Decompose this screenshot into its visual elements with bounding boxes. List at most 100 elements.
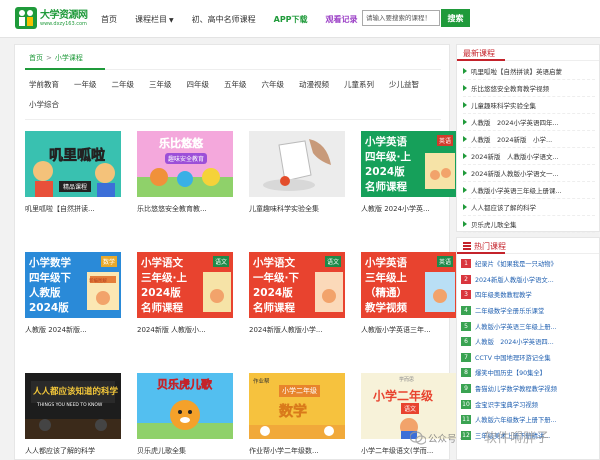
thumb-subtext: 精品课程 [59, 181, 92, 192]
thumb-subtext: 新编图解 [89, 279, 107, 284]
latest-course-item[interactable]: 人教版 2024新版 小学... [463, 131, 595, 148]
course-thumbnail[interactable]: 乐比悠悠 趣味安全教育 [137, 131, 233, 197]
hot-course-item[interactable]: 7 CCTV 中国地理环游记全集 [461, 350, 595, 366]
hot-course-label: 2024新版人教版小学语文... [475, 276, 554, 284]
thumb-text: 叽里呱啦 [49, 148, 106, 165]
hot-course-item[interactable]: 9 鲁猫幼儿学数学教程教学视频 [461, 381, 595, 397]
hot-course-label: 人教版六年级数学上册下册... [475, 417, 557, 425]
search-button[interactable]: 搜索 [441, 9, 470, 27]
hot-course-label: 四年级奥数教程教学 [475, 292, 532, 300]
grade-1[interactable]: 一年级 [74, 79, 97, 90]
nav-watch-history[interactable]: 观看记录 [317, 14, 367, 25]
hot-course-item[interactable]: 5 人教版小学英语三年级上册... [461, 318, 595, 334]
latest-course-item[interactable]: 人教版 2024小学英语四年... [463, 114, 595, 131]
nav-course-columns[interactable]: 课程栏目 ▼ [126, 14, 183, 25]
course-thumbnail[interactable]: 小学英语 四年级·上 2024版 名师课程 英语 [361, 131, 457, 197]
latest-course-item[interactable]: 人教版小学英语三年级上册课... [463, 182, 595, 199]
breadcrumb-current[interactable]: 小学课程 [55, 54, 83, 62]
filter-divider [25, 119, 441, 120]
latest-course-item[interactable]: 贝乐虎儿歌全集 [463, 216, 595, 233]
thumb-line: 三年级上 [365, 272, 407, 284]
grade-6[interactable]: 六年级 [262, 79, 285, 90]
site-logo[interactable]: 大学资源网 www.dxzy163.com [14, 4, 90, 34]
latest-course-item[interactable]: 2024新版 人教版小学语文... [463, 148, 595, 165]
latest-course-label: 贝乐虎儿歌全集 [471, 221, 517, 229]
thumb-line: 人教版 [29, 287, 61, 299]
course-thumbnail[interactable]: 小学语文 三年级·上 2024版 名师课程 语文 [137, 252, 233, 318]
nav-app-download[interactable]: APP下载 [265, 14, 317, 25]
course-card[interactable]: 叽里呱啦 精品课程 叽里呱啦【自然拼读... [25, 131, 121, 214]
course-card[interactable]: 贝乐虎儿歌 贝乐虎儿歌全集 [137, 373, 233, 456]
thumb-line: 四年级·上 [365, 151, 411, 163]
grade-primary-general[interactable]: 小学综合 [29, 99, 59, 110]
triangle-right-icon [463, 187, 467, 193]
grade-4[interactable]: 四年级 [187, 79, 210, 90]
breadcrumb-home[interactable]: 首页 [29, 54, 43, 62]
course-title[interactable]: 人教版 2024小学英... [361, 204, 457, 214]
course-title[interactable]: 人人都应该了解的科学 [25, 446, 121, 456]
grade-2[interactable]: 二年级 [112, 79, 135, 90]
watermark: 公众号 · 软件嘚胖子 [408, 424, 596, 452]
latest-course-item[interactable]: 叽里呱啦【自然拼读】英语启蒙 [463, 63, 595, 80]
course-thumbnail[interactable]: 小学数学 四年级下 人教版 2024版 数学 新编图解 [25, 252, 121, 318]
latest-course-item[interactable]: 人人都应该了解的科学 [463, 199, 595, 216]
rank-badge: 6 [461, 337, 471, 347]
rank-badge: 8 [461, 368, 471, 378]
thumb-text: 小学数学 [29, 257, 71, 269]
course-title[interactable]: 儿童趣味科学实验全集 [249, 204, 345, 214]
course-card[interactable]: 人人都应该知道的科学 THINGS YOU NEED TO KNOW 人人都应该… [25, 373, 121, 456]
hot-course-item[interactable]: 2 2024新版人教版小学语文... [461, 272, 595, 288]
hot-course-item[interactable]: 6 人教版 2024小学英语四... [461, 334, 595, 350]
course-thumbnail[interactable]: 人人都应该知道的科学 THINGS YOU NEED TO KNOW [25, 373, 121, 439]
nav-home[interactable]: 首页 [92, 14, 126, 25]
course-title[interactable]: 贝乐虎儿歌全集 [137, 446, 233, 456]
latest-course-item[interactable]: 乐比悠悠安全教育教学视频 [463, 80, 595, 97]
grade-animation[interactable]: 动漫视频 [299, 79, 329, 90]
course-title[interactable]: 2024新版人教版小学... [249, 325, 345, 335]
latest-course-item[interactable]: 儿童趣味科学实验全集 [463, 97, 595, 114]
course-card[interactable]: 小学英语 三年级上 （精通） 教学视频 英语 人教版小学英语三年... [361, 252, 457, 335]
grade-kids-puzzle[interactable]: 少儿益智 [389, 79, 419, 90]
course-card[interactable]: 小学语文 一年级·下 2024版 名师课程 语文 2024新版人教版小学... [249, 252, 345, 335]
course-card[interactable]: 小学英语 四年级·上 2024版 名师课程 英语 人教版 2024小学英... [361, 131, 457, 214]
chevron-down-icon: ▼ [169, 16, 174, 24]
course-title[interactable]: 叽里呱啦【自然拼读... [25, 204, 121, 214]
course-thumbnail[interactable]: 作业帮 小学二年级 数学 [249, 373, 345, 439]
grade-3[interactable]: 三年级 [149, 79, 172, 90]
logo-icon [15, 7, 37, 29]
hot-course-item[interactable]: 1 纪录片《如果我是一只动物》 [461, 256, 595, 272]
course-title[interactable]: 乐比悠悠安全教育教... [137, 204, 233, 214]
course-title[interactable]: 作业帮小学二年级数... [249, 446, 345, 456]
textbook-cover-image [203, 272, 231, 312]
course-title[interactable]: 2024新版 人教版小... [137, 325, 233, 335]
rank-badge: 2 [461, 274, 471, 284]
course-thumbnail[interactable]: 贝乐虎儿歌 [137, 373, 233, 439]
grade-preschool[interactable]: 学前教育 [29, 79, 59, 90]
course-title[interactable]: 人教版 2024新版... [25, 325, 121, 335]
course-card[interactable]: 乐比悠悠 趣味安全教育 乐比悠悠安全教育教... [137, 131, 233, 214]
course-thumbnail[interactable]: 小学英语 三年级上 （精通） 教学视频 英语 [361, 252, 457, 318]
nav-middle-high-school[interactable]: 初、高中名师课程 [183, 14, 265, 25]
thumb-line: 教学视频 [365, 302, 407, 314]
course-card[interactable]: 作业帮 小学二年级 数学 作业帮小学二年级数... [249, 373, 345, 456]
course-thumbnail[interactable]: 小学语文 一年级·下 2024版 名师课程 语文 [249, 252, 345, 318]
latest-course-item[interactable]: 2024新版人教版小学语文一... [463, 165, 595, 182]
thumb-text: 小学二年级 [373, 389, 434, 403]
course-title[interactable]: 人教版小学英语三年... [361, 325, 457, 335]
hot-course-item[interactable]: 8 爆笑中国历史【90集全】 [461, 365, 595, 381]
search-input[interactable] [362, 10, 440, 26]
course-card[interactable]: 儿童趣味科学实验全集 [249, 131, 345, 214]
grade-children-series[interactable]: 儿童系列 [344, 79, 374, 90]
thumb-text: 乐比悠悠 [159, 137, 203, 150]
course-card[interactable]: 小学语文 三年级·上 2024版 名师课程 语文 2024新版 人教版小... [137, 252, 233, 335]
course-thumbnail[interactable] [249, 131, 345, 197]
latest-course-label: 2024新版 人教版小学语文... [471, 153, 559, 161]
grade-5[interactable]: 五年级 [224, 79, 247, 90]
hot-course-item[interactable]: 3 四年级奥数教程教学 [461, 287, 595, 303]
course-thumbnail[interactable]: 叽里呱啦 精品课程 [25, 131, 121, 197]
course-card[interactable]: 小学数学 四年级下 人教版 2024版 数学 新编图解 人教版 2024新版..… [25, 252, 121, 335]
rank-badge: 7 [461, 352, 471, 362]
hot-course-item[interactable]: 10 金宝识字宝典学习视频 [461, 396, 595, 412]
hot-course-item[interactable]: 4 二年级数学全册乐乐课堂 [461, 303, 595, 319]
thumb-text: 人人都应该知道的科学 [33, 387, 119, 397]
